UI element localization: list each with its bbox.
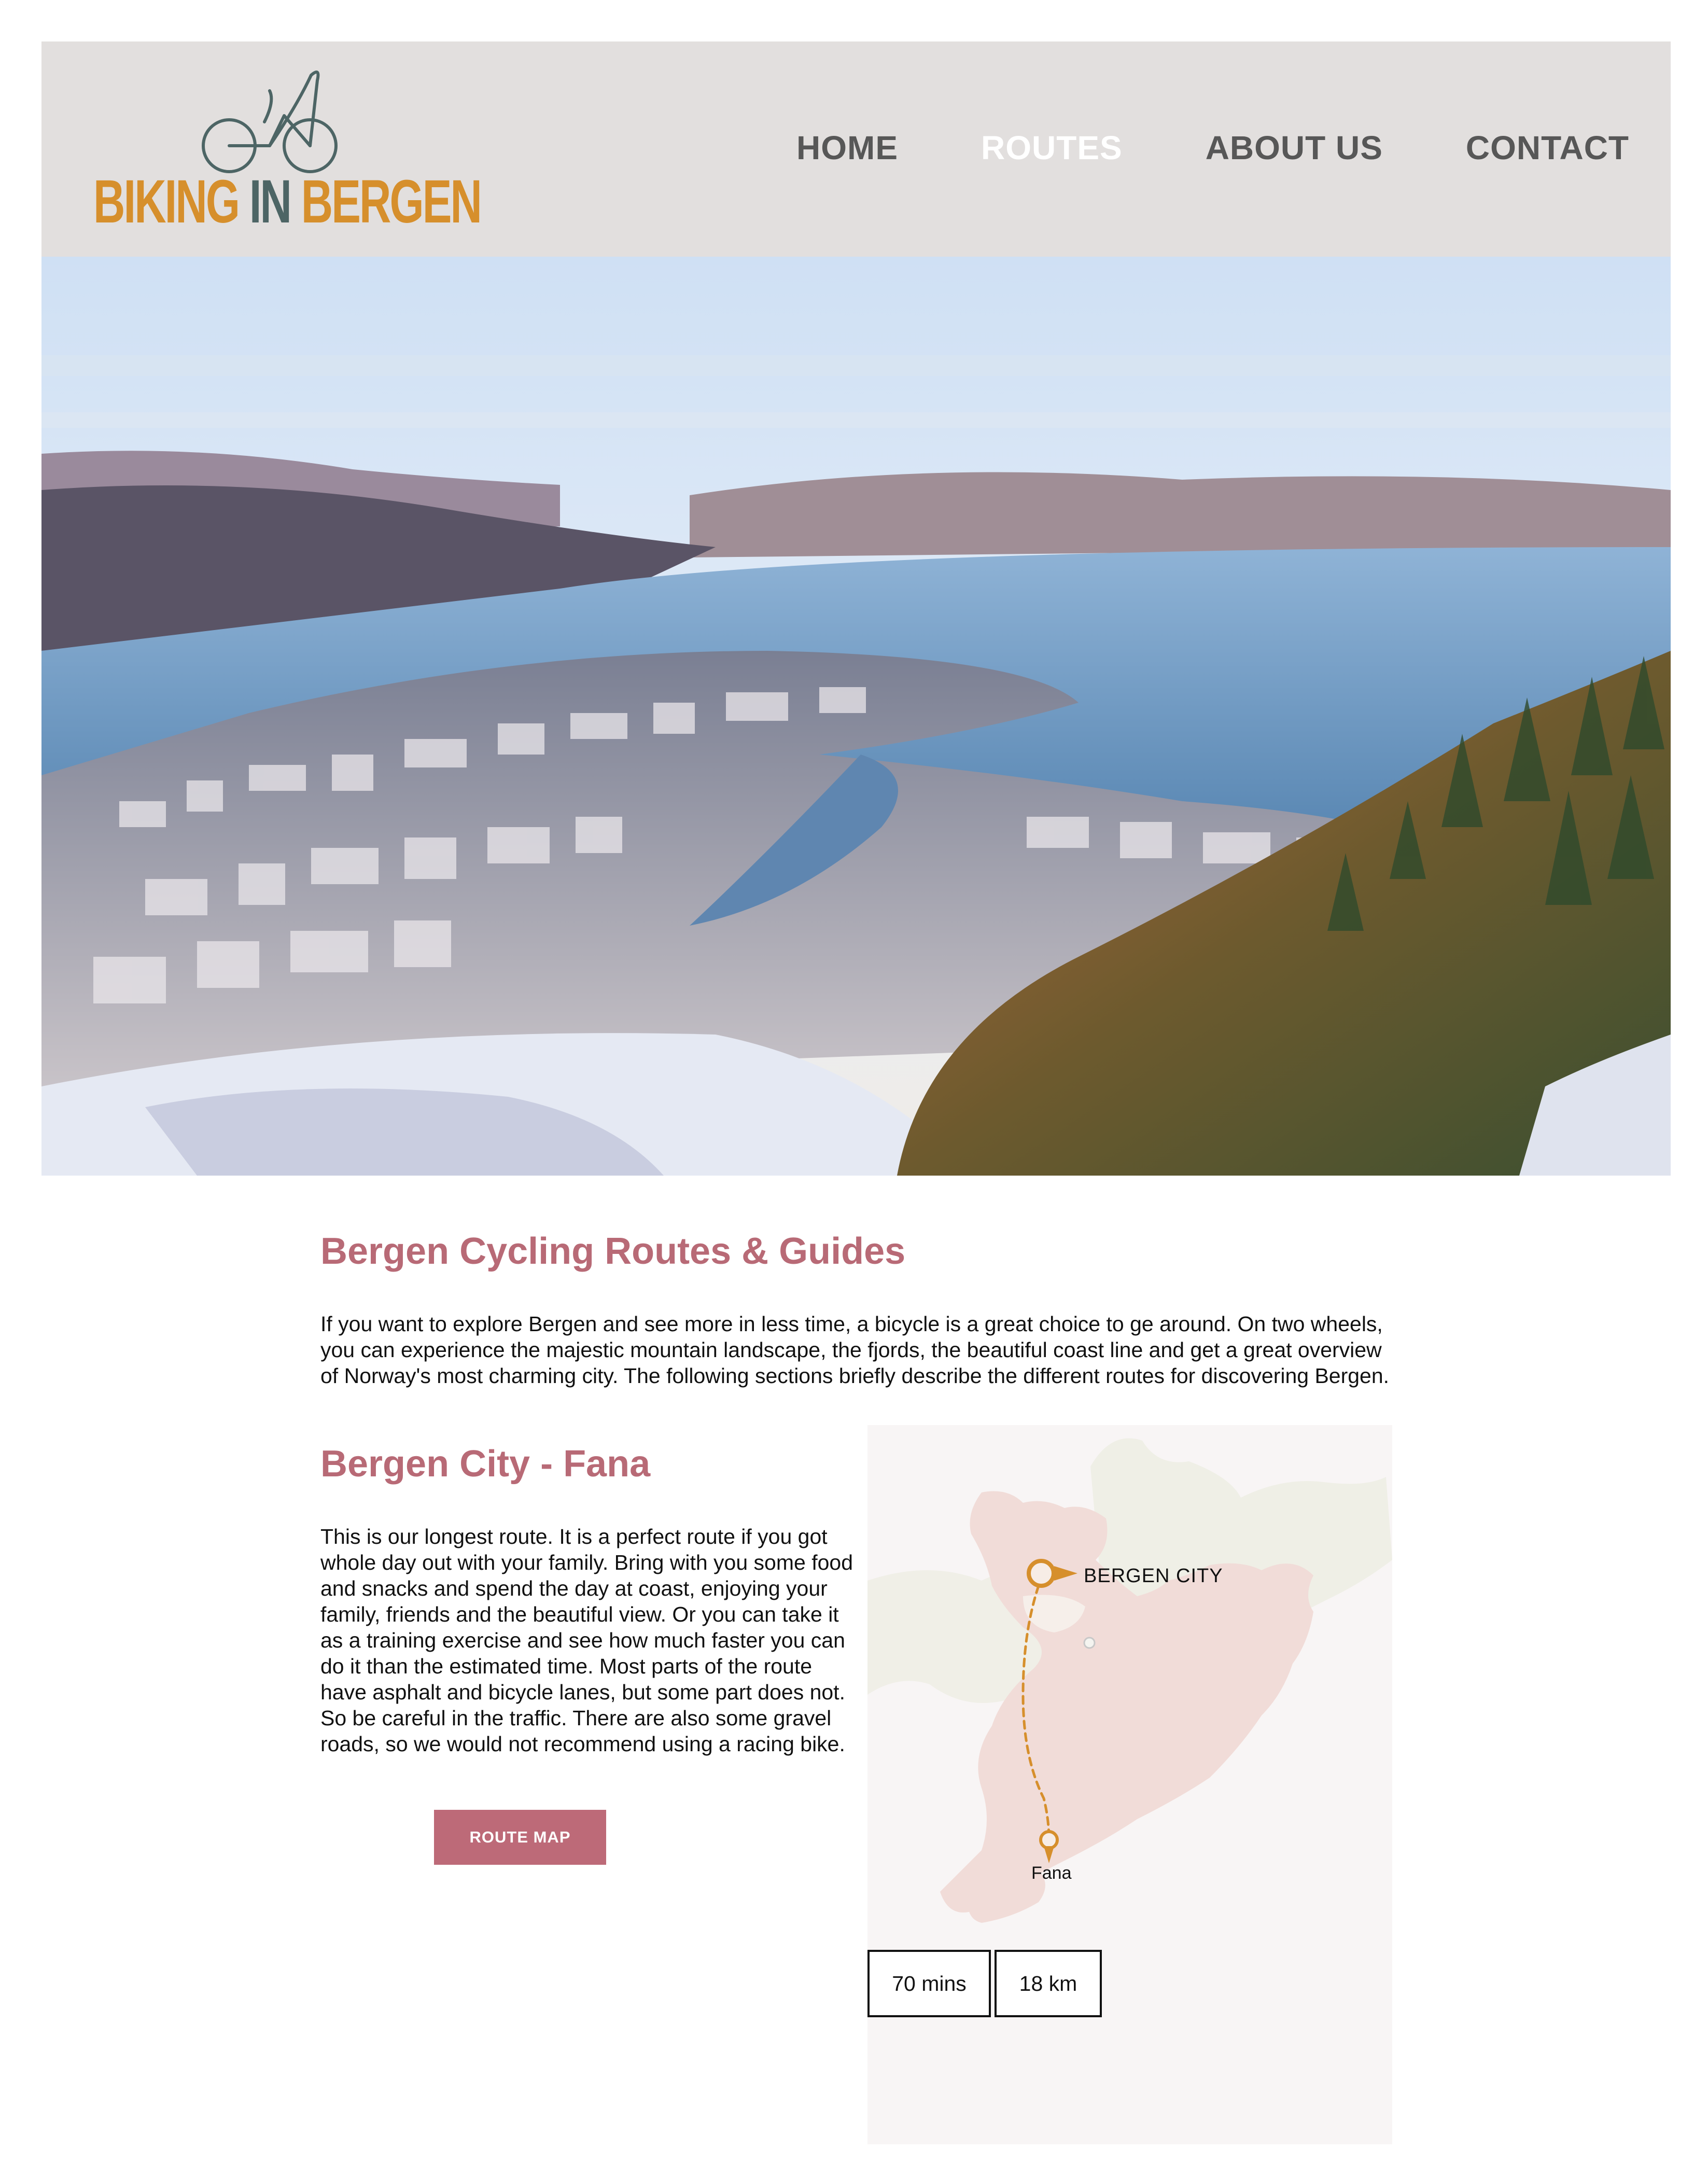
nav-about-us[interactable]: ABOUT US xyxy=(1206,129,1383,167)
logo-word-bergen: BERGEN xyxy=(301,167,482,236)
bicycle-logo-icon xyxy=(202,71,338,173)
nav-contact[interactable]: CONTACT xyxy=(1466,129,1629,167)
hero-image xyxy=(41,257,1671,1176)
route-map-button[interactable]: ROUTE MAP xyxy=(434,1810,606,1865)
logo-wordmark: BIKING IN BERGEN xyxy=(93,171,482,232)
logo-word-biking: BIKING xyxy=(93,167,240,236)
bergen-panorama-image xyxy=(41,257,1671,1176)
route-description: This is our longest route. It is a perfe… xyxy=(320,1525,853,1756)
route-map-image xyxy=(867,1438,1392,1923)
map-label-bergen-city: BERGEN CITY xyxy=(1084,1565,1223,1587)
site-logo[interactable]: BIKING IN BERGEN xyxy=(93,70,482,241)
route-distance-box: 18 km xyxy=(995,1950,1102,2017)
nav-home[interactable]: HOME xyxy=(796,129,898,167)
site-header: BIKING IN BERGEN HOME ROUTES ABOUT US CO… xyxy=(41,41,1671,257)
start-pin-icon xyxy=(1027,1559,1056,1588)
route-duration-box: 70 mins xyxy=(867,1950,991,2017)
intro-paragraph: If you want to explore Bergen and see mo… xyxy=(320,1312,1390,1388)
map-label-fana: Fana xyxy=(1031,1863,1072,1883)
route-map-panel: BERGEN CITY Fana 70 mins 18 km xyxy=(867,1425,1392,2144)
main-nav: HOME ROUTES ABOUT US CONTACT xyxy=(796,129,1629,167)
page-title: Bergen Cycling Routes & Guides xyxy=(320,1231,906,1272)
route-title: Bergen City - Fana xyxy=(320,1443,651,1485)
end-pin-icon xyxy=(1039,1830,1059,1850)
nav-routes[interactable]: ROUTES xyxy=(981,129,1123,167)
logo-word-in: IN xyxy=(249,167,292,236)
